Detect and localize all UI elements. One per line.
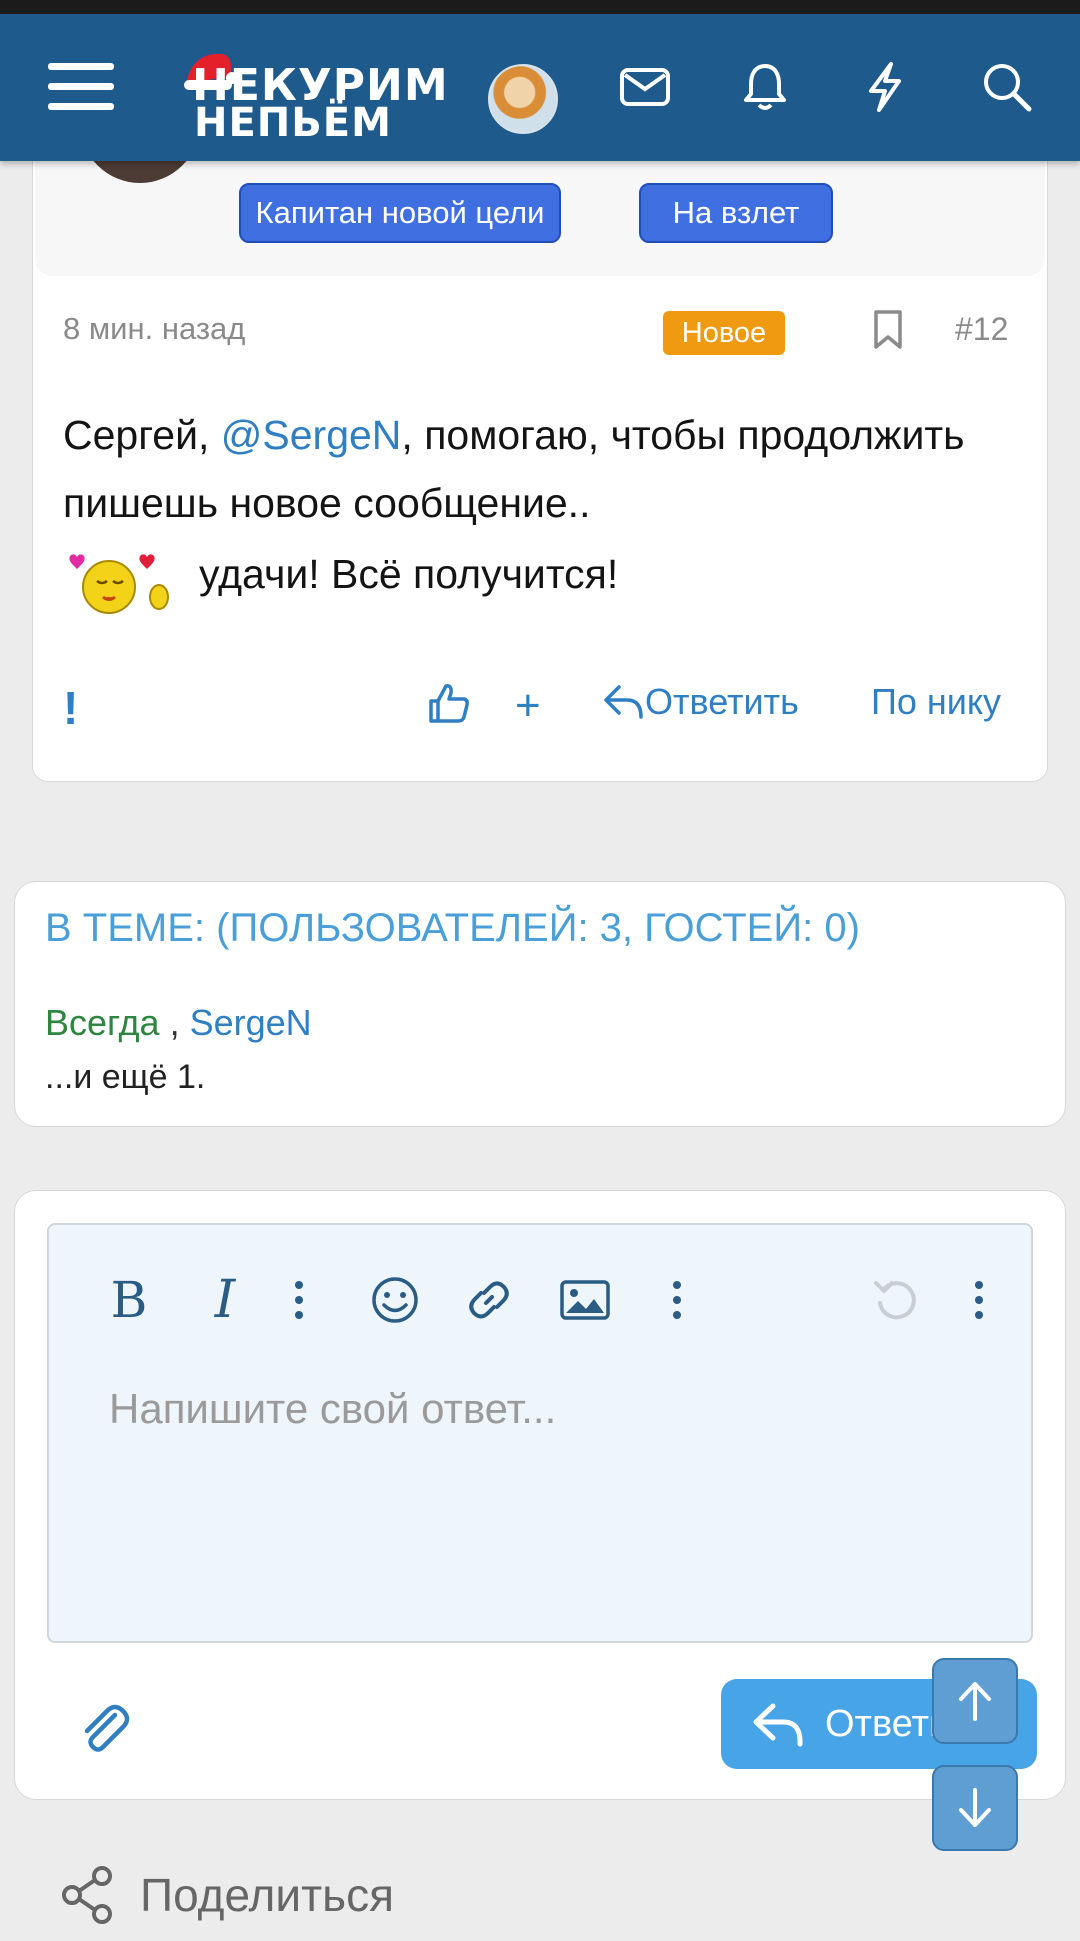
badge-takeoff: На взлет — [639, 183, 833, 243]
search-icon[interactable] — [972, 52, 1042, 122]
post-card: Капитан новой цели На взлет 8 мин. назад… — [32, 120, 1048, 782]
more-format-icon[interactable] — [269, 1265, 329, 1335]
thread-user-list: Всегда , SergeN — [45, 1002, 312, 1044]
top-header: НЕКУРИМ НЕПЬЁМ — [0, 14, 1080, 161]
user-separator: , — [159, 1002, 190, 1043]
arrow-up-icon — [959, 1682, 991, 1721]
emoji-icon[interactable] — [365, 1265, 425, 1335]
share-link[interactable]: Поделиться — [60, 1866, 394, 1924]
report-icon[interactable]: ! — [63, 681, 78, 735]
logo-line2: НЕПЬЁМ — [194, 100, 392, 146]
post-number[interactable]: #12 — [955, 311, 1008, 348]
thread-more-users: ...и ещё 1. — [45, 1058, 206, 1096]
thread-users-card: В ТЕМЕ: (ПОЛЬЗОВАТЕЛЕЙ: 3, ГОСТЕЙ: 0) Вс… — [14, 881, 1066, 1127]
bell-icon[interactable] — [730, 52, 800, 122]
share-label: Поделиться — [140, 1869, 395, 1921]
plus-button[interactable]: + — [515, 681, 541, 731]
share-icon — [62, 1866, 112, 1924]
italic-icon[interactable]: I — [195, 1265, 255, 1335]
menu-icon[interactable] — [46, 52, 116, 122]
reply-editor[interactable]: B I Напишите свой ответ... — [47, 1223, 1033, 1643]
luck-text: удачи! Всё получится! — [199, 551, 619, 597]
reply-arrow-icon — [604, 685, 643, 719]
post-message: Сергей, @SergeN, помогаю, чтобы продолжи… — [63, 401, 1023, 537]
thread-users-title[interactable]: В ТЕМЕ: (ПОЛЬЗОВАТЕЛЕЙ: 3, ГОСТЕЙ: 0) — [45, 906, 860, 951]
user-link[interactable]: Всегда — [45, 1002, 160, 1043]
scroll-up-button[interactable] — [932, 1658, 1018, 1744]
badge-captain: Капитан новой цели — [239, 183, 561, 243]
user-link[interactable]: SergeN — [190, 1002, 312, 1043]
arrow-down-icon — [959, 1788, 991, 1827]
bold-icon[interactable]: B — [99, 1265, 159, 1335]
site-logo[interactable]: НЕКУРИМ НЕПЬЁМ — [182, 52, 448, 146]
lightning-icon[interactable] — [850, 52, 920, 122]
bookmark-icon[interactable] — [871, 309, 911, 353]
reply-arrow-icon — [753, 1703, 803, 1747]
reply-placeholder: Напишите свой ответ... — [109, 1385, 557, 1432]
more-insert-icon[interactable] — [647, 1265, 707, 1335]
by-nick-link[interactable]: По нику — [871, 681, 1001, 723]
like-icon[interactable] — [427, 681, 471, 725]
editor-options-icon[interactable] — [949, 1265, 1009, 1335]
image-icon[interactable] — [555, 1265, 615, 1335]
love-smiley-icon — [63, 549, 175, 619]
link-icon[interactable] — [459, 1265, 519, 1335]
message-text: Сергей, — [63, 412, 221, 458]
scroll-down-button[interactable] — [932, 1765, 1018, 1851]
new-badge: Новое — [663, 311, 785, 355]
status-bar — [0, 0, 1080, 14]
reply-link[interactable]: Ответить — [603, 681, 799, 723]
mail-icon[interactable] — [610, 52, 680, 122]
reply-editor-card: B I Напишите свой ответ... Ответить — [14, 1190, 1066, 1800]
reply-label: Ответить — [645, 681, 799, 722]
mention-link[interactable]: @SergeN — [221, 412, 402, 458]
undo-icon[interactable] — [867, 1265, 927, 1335]
post-time[interactable]: 8 мин. назад — [63, 311, 245, 347]
user-avatar[interactable] — [488, 64, 558, 134]
paperclip-icon[interactable] — [77, 1701, 137, 1761]
